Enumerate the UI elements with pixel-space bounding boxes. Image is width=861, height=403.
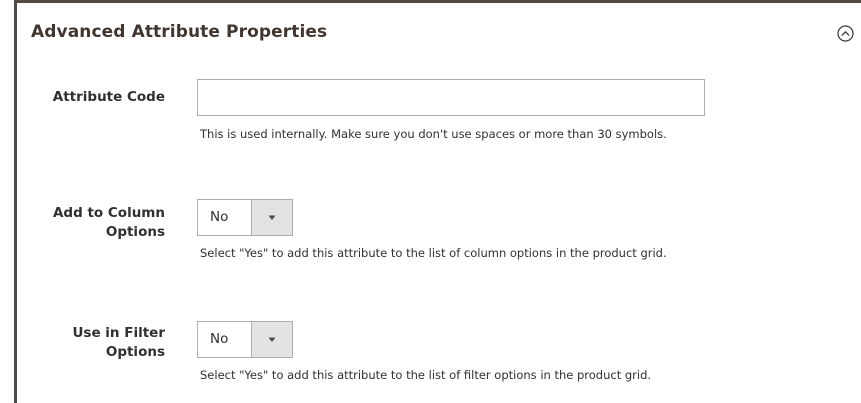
chevron-up-circle-icon[interactable] — [837, 25, 854, 42]
add-to-column-options-value: No — [210, 209, 229, 225]
use-in-filter-options-select[interactable]: No — [197, 321, 293, 358]
add-to-column-options-note: Select "Yes" to add this attribute to th… — [200, 246, 667, 260]
use-in-filter-options-dropdown-button[interactable] — [251, 322, 292, 357]
advanced-attribute-properties-panel: Advanced Attribute Properties Attribute … — [0, 0, 861, 403]
use-in-filter-options-note: Select "Yes" to add this attribute to th… — [200, 368, 652, 382]
attribute-code-label: Attribute Code — [52, 89, 165, 105]
use-in-filter-options-value: No — [210, 331, 229, 347]
add-to-column-options-select[interactable]: No — [197, 199, 293, 236]
caret-down-icon — [268, 337, 276, 342]
attribute-code-note: This is used internally. Make sure you d… — [200, 127, 667, 141]
section-title[interactable]: Advanced Attribute Properties — [31, 22, 327, 42]
add-to-column-options-label-line2: Options — [105, 224, 165, 240]
caret-down-icon — [268, 215, 276, 220]
attribute-code-input[interactable] — [197, 79, 705, 116]
panel-top-border — [14, 0, 861, 3]
use-in-filter-options-label-line2: Options — [105, 344, 165, 360]
add-to-column-options-label: Add to Column Options — [53, 204, 165, 242]
use-in-filter-options-label: Use in Filter Options — [72, 324, 165, 362]
panel-left-border — [14, 0, 17, 403]
add-to-column-options-dropdown-button[interactable] — [251, 200, 292, 235]
use-in-filter-options-label-line1: Use in Filter — [72, 325, 165, 341]
add-to-column-options-label-line1: Add to Column — [52, 205, 165, 221]
